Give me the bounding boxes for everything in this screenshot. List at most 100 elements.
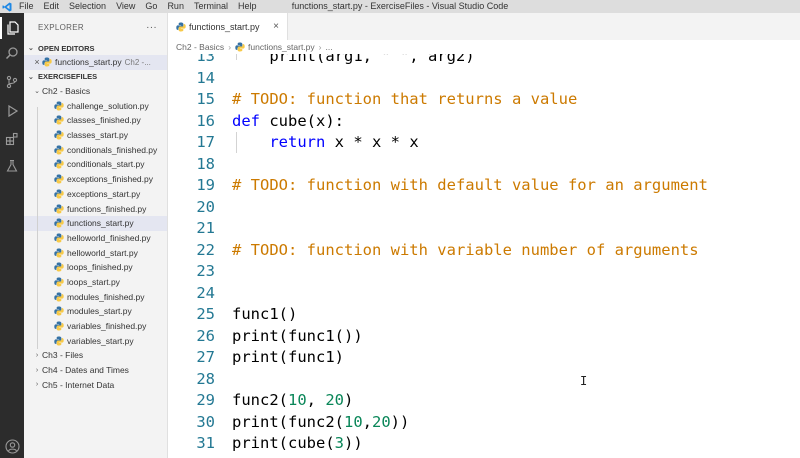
code-line[interactable]: 13 print(arg1, " ", arg2) [168,54,800,68]
menu-item-file[interactable]: File [14,0,39,13]
menu-item-run[interactable]: Run [162,0,189,13]
file-item[interactable]: conditionals_finished.py [24,142,167,157]
python-file-icon [176,22,186,31]
python-file-icon [54,189,64,199]
code-line[interactable]: 30 print(func2(10,20)) [168,412,800,434]
workspace-section[interactable]: ⌄ EXERCISEFILES [24,70,167,84]
breadcrumb-file[interactable]: functions_start.py [248,42,315,52]
file-item[interactable]: modules_finished.py [24,289,167,304]
code-editor[interactable]: I 13 print(arg1, " ", arg2) 14 15 # TODO: f… [168,54,800,458]
code-text: func2(10, 20) [232,391,354,409]
chevron-right-icon: › [35,366,39,374]
code-line[interactable]: 15 # TODO: function that returns a value [168,89,800,111]
file-item[interactable]: functions_start.py [24,215,167,231]
code-text: print(arg1, " ", arg2) [232,54,475,65]
file-item[interactable]: variables_start.py [24,333,167,348]
folder-name: Ch5 - Internet Data [42,379,115,390]
vscode-logo-icon[interactable] [0,0,14,13]
menu-item-help[interactable]: Help [233,0,262,13]
python-file-icon [54,101,64,111]
code-line[interactable]: 19 # TODO: function with default value fo… [168,175,800,197]
chevron-down-icon: ⌄ [28,45,34,52]
python-file-icon [54,204,64,214]
line-number: 16 [196,111,215,130]
code-line[interactable]: 27 print(func1) [168,347,800,369]
code-line[interactable]: 28 [168,369,800,391]
file-item[interactable]: exceptions_start.py [24,187,167,202]
run-debug-icon[interactable] [0,100,24,122]
code-line[interactable]: 22 # TODO: function with variable number … [168,240,800,262]
file-item[interactable]: modules_start.py [24,304,167,319]
python-file-icon [54,277,64,287]
file-name: classes_finished.py [67,115,141,126]
code-line[interactable]: 20 [168,197,800,219]
code-line[interactable]: 26 print(func1()) [168,326,800,348]
breadcrumb-trail[interactable]: ... [326,42,333,52]
open-editor-item[interactable]: × functions_start.py Ch2 -... [24,55,167,70]
code-line[interactable]: 18 [168,154,800,176]
file-name: modules_finished.py [67,291,145,302]
menu-bar: File Edit Selection View Go Run Terminal Help [14,0,261,13]
code-line[interactable]: 24 [168,283,800,305]
code-line[interactable]: 29 func2(10, 20) [168,390,800,412]
code-text: def cube(x): [232,111,344,130]
search-icon[interactable] [0,42,24,64]
menu-item-selection[interactable]: Selection [64,0,111,13]
menu-item-go[interactable]: Go [140,0,162,13]
close-icon[interactable]: × [32,57,42,67]
file-item[interactable]: conditionals_start.py [24,157,167,172]
breadcrumb-folder[interactable]: Ch2 - Basics [176,42,224,52]
chevron-right-icon: › [228,42,232,52]
python-file-icon [54,321,64,331]
file-item[interactable]: helloworld_finished.py [24,231,167,246]
code-line[interactable]: 23 [168,261,800,283]
account-icon[interactable] [0,435,24,457]
file-name: exceptions_finished.py [67,174,154,185]
code-line[interactable]: 21 [168,218,800,240]
code-line[interactable]: 32 [168,455,800,458]
file-item[interactable]: exceptions_finished.py [24,172,167,187]
testing-icon[interactable] [0,155,24,177]
file-name: conditionals_start.py [67,159,145,170]
extensions-icon[interactable] [0,128,24,150]
file-item[interactable]: challenge_solution.py [24,98,167,113]
menu-item-terminal[interactable]: Terminal [189,0,233,13]
folder-item[interactable]: › Ch3 - Files [24,348,167,363]
file-item[interactable]: variables_finished.py [24,319,167,334]
open-editors-section[interactable]: ⌄ OPEN EDITORS [24,41,167,55]
folder-item[interactable]: › Ch4 - Dates and Times [24,363,167,378]
file-item[interactable]: classes_finished.py [24,113,167,128]
chevron-right-icon: › [318,42,322,52]
close-tab-icon[interactable]: × [273,21,279,32]
file-item[interactable]: functions_finished.py [24,201,167,216]
line-number: 27 [196,348,215,366]
file-item[interactable]: classes_start.py [24,128,167,143]
line-number: 14 [196,68,215,87]
chevron-down-icon: ⌄ [34,88,40,96]
folder-item[interactable]: › Ch5 - Internet Data [24,377,167,392]
explorer-icon[interactable] [0,17,24,39]
code-line[interactable]: 25 func1() [168,304,800,326]
file-item[interactable]: loops_start.py [24,275,167,290]
python-file-icon [54,262,64,272]
code-line[interactable]: 17 return x * x * x [168,132,800,154]
python-file-icon [54,115,64,125]
file-name: modules_start.py [67,306,132,317]
python-file-icon [54,292,64,302]
file-name: helloworld_start.py [67,247,138,258]
file-name: functions_finished.py [67,203,147,214]
file-item[interactable]: loops_finished.py [24,260,167,275]
code-line[interactable]: 31 print(cube(3)) [168,433,800,455]
file-item[interactable]: helloworld_start.py [24,245,167,260]
source-control-icon[interactable] [0,71,24,93]
code-line[interactable]: 14 [168,68,800,90]
tab-functions-start[interactable]: functions_start.py × [168,13,288,40]
menu-item-edit[interactable]: Edit [39,0,65,13]
line-number: 24 [196,283,215,302]
chevron-down-icon: ⌄ [28,73,34,81]
more-actions-icon[interactable]: ··· [146,22,157,33]
menu-item-view[interactable]: View [111,0,140,13]
code-line[interactable]: 16 def cube(x): [168,111,800,133]
folder-item[interactable]: ⌄ Ch2 - Basics [24,84,167,99]
code-text: print(func1) [232,348,344,366]
